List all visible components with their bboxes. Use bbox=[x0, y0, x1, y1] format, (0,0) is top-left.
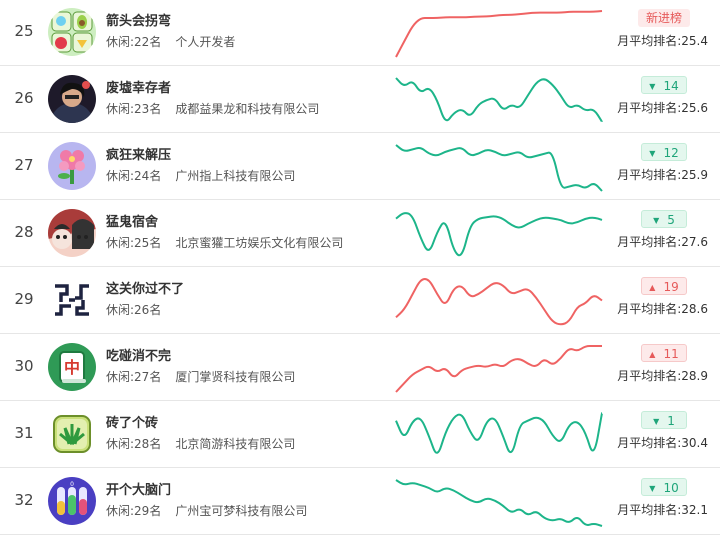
developer-name: 北京蜜獾工坊娱乐文化有限公司 bbox=[175, 236, 344, 250]
rank-down-arrow-icon: ▼ bbox=[649, 82, 656, 91]
rank-number: 32 bbox=[14, 491, 34, 509]
app-title[interactable]: 疯狂来解压 bbox=[106, 144, 171, 163]
rank-change-value: 14 bbox=[663, 79, 679, 93]
rank-change-badge: ▼ 5 bbox=[641, 210, 687, 228]
app-meta: 休闲:29名 广州宝可梦科技有限公司 bbox=[106, 502, 307, 519]
rank-change-value: 5 bbox=[667, 213, 675, 227]
rank-change-value: 1 bbox=[667, 414, 675, 428]
rank-change-badge: ▼ 12 bbox=[641, 143, 687, 161]
rank-change-value: 10 bbox=[663, 481, 679, 495]
svg-text:0: 0 bbox=[70, 481, 74, 488]
rank-change-badge: ▼ 14 bbox=[641, 76, 687, 94]
monthly-average-rank: 月平均排名:25.6 bbox=[617, 101, 708, 115]
rank-change-value: 新进榜 bbox=[645, 11, 682, 25]
rank-change-badge: ▼ 10 bbox=[641, 478, 687, 496]
app-title[interactable]: 猛鬼宿舍 bbox=[106, 211, 158, 230]
survivor-character-icon[interactable] bbox=[48, 75, 96, 123]
category-rank: 休闲:26名 bbox=[106, 303, 162, 317]
app-title[interactable]: 箭头会拐弯 bbox=[106, 10, 171, 29]
monthly-average-rank: 月平均排名:27.6 bbox=[617, 235, 708, 249]
rank-trend-sparkline bbox=[395, 345, 602, 393]
category-rank: 休闲:23名 bbox=[106, 102, 162, 116]
category-rank: 休闲:24名 bbox=[106, 169, 162, 183]
rank-number: 27 bbox=[14, 156, 34, 174]
rank-change-value: 19 bbox=[663, 280, 679, 294]
monthly-average-rank: 月平均排名:25.4 bbox=[617, 34, 708, 48]
category-rank: 休闲:29名 bbox=[106, 504, 162, 518]
app-meta: 休闲:22名 个人开发者 bbox=[106, 33, 235, 50]
app-title[interactable]: 废墟幸存者 bbox=[106, 77, 171, 96]
category-rank: 休闲:28名 bbox=[106, 437, 162, 451]
grass-tile-icon[interactable] bbox=[48, 410, 96, 458]
app-meta: 休闲:23名 成都益果龙和科技有限公司 bbox=[106, 100, 319, 117]
maze-swirl-icon[interactable] bbox=[48, 276, 96, 324]
monthly-average-rank: 月平均排名:28.9 bbox=[617, 369, 708, 383]
ranking-list: 25 箭头会拐弯 休闲:22名 个人开发者 新进榜 月平均排名:25.4 26 废… bbox=[0, 0, 720, 541]
rank-trend-sparkline bbox=[395, 10, 603, 58]
rank-trend-sparkline bbox=[395, 412, 603, 454]
rank-change-badge: ▲ 11 bbox=[641, 344, 687, 362]
rank-change-badge: ▼ 1 bbox=[641, 411, 687, 429]
developer-name: 成都益果龙和科技有限公司 bbox=[175, 102, 320, 116]
category-rank: 休闲:27名 bbox=[106, 370, 162, 384]
app-meta: 休闲:24名 广州指上科技有限公司 bbox=[106, 167, 295, 184]
ranking-row-30[interactable]: 30 中 吃碰消不完 休闲:27名 厦门掌贤科技有限公司 ▲ 11 月平均排名:28… bbox=[0, 334, 720, 401]
rank-up-arrow-icon: ▲ bbox=[649, 283, 656, 292]
monthly-average-rank: 月平均排名:30.4 bbox=[617, 436, 708, 450]
app-title[interactable]: 砖了个砖 bbox=[106, 412, 158, 431]
rank-number: 26 bbox=[14, 89, 34, 107]
rank-trend-sparkline bbox=[395, 77, 603, 123]
developer-name: 北京简游科技有限公司 bbox=[175, 437, 296, 451]
ranking-row-29[interactable]: 29 这关你过不了 休闲:26名 ▲ 19 月平均排名:28.6 bbox=[0, 267, 720, 334]
ghost-dorm-icon[interactable] bbox=[48, 209, 96, 257]
ranking-row-25[interactable]: 25 箭头会拐弯 休闲:22名 个人开发者 新进榜 月平均排名:25.4 bbox=[0, 0, 720, 66]
app-meta: 休闲:25名 北京蜜獾工坊娱乐文化有限公司 bbox=[106, 234, 343, 251]
app-title[interactable]: 这关你过不了 bbox=[106, 278, 184, 297]
rank-change-badge: ▲ 19 bbox=[641, 277, 687, 295]
fruit-puzzle-icon[interactable] bbox=[48, 8, 96, 56]
rank-down-arrow-icon: ▼ bbox=[649, 484, 656, 493]
rank-number: 25 bbox=[14, 22, 34, 40]
developer-name: 广州宝可梦科技有限公司 bbox=[175, 504, 308, 518]
rank-trend-sparkline bbox=[395, 212, 603, 257]
ranking-row-28[interactable]: 28 猛鬼宿舍 休闲:25名 北京蜜獾工坊娱乐文化有限公司 ▼ 5 月平均排名:27… bbox=[0, 200, 720, 267]
rank-up-arrow-icon: ▲ bbox=[649, 350, 656, 359]
rank-number: 28 bbox=[14, 223, 34, 241]
color-tubes-icon[interactable]: 0 bbox=[48, 477, 96, 525]
rank-number: 29 bbox=[14, 290, 34, 308]
app-meta: 休闲:28名 北京简游科技有限公司 bbox=[106, 435, 295, 452]
flower-pink-icon[interactable] bbox=[48, 142, 96, 190]
rank-number: 30 bbox=[14, 357, 34, 375]
app-title[interactable]: 吃碰消不完 bbox=[106, 345, 171, 364]
rank-number: 31 bbox=[14, 424, 34, 442]
rank-trend-sparkline bbox=[395, 479, 603, 527]
rank-down-arrow-icon: ▼ bbox=[649, 149, 656, 158]
app-title[interactable]: 开个大脑门 bbox=[106, 479, 171, 498]
developer-name: 个人开发者 bbox=[175, 35, 236, 49]
app-meta: 休闲:27名 厦门掌贤科技有限公司 bbox=[106, 368, 295, 385]
rank-change-value: 12 bbox=[663, 146, 679, 160]
mahjong-tile-icon[interactable]: 中 bbox=[48, 343, 96, 391]
rank-change-badge: 新进榜 bbox=[638, 9, 690, 27]
rank-down-arrow-icon: ▼ bbox=[653, 417, 660, 426]
ranking-row-26[interactable]: 26 废墟幸存者 休闲:23名 成都益果龙和科技有限公司 ▼ 14 月平均排名:25… bbox=[0, 66, 720, 133]
monthly-average-rank: 月平均排名:25.9 bbox=[617, 168, 708, 182]
ranking-row-31[interactable]: 31 砖了个砖 休闲:28名 北京简游科技有限公司 ▼ 1 月平均排名:30.4 bbox=[0, 401, 720, 468]
svg-text:中: 中 bbox=[64, 358, 80, 377]
developer-name: 广州指上科技有限公司 bbox=[175, 169, 296, 183]
ranking-row-27[interactable]: 27 疯狂来解压 休闲:24名 广州指上科技有限公司 ▼ 12 月平均排名:25.9 bbox=[0, 133, 720, 200]
monthly-average-rank: 月平均排名:32.1 bbox=[617, 503, 708, 517]
rank-change-value: 11 bbox=[663, 347, 679, 361]
category-rank: 休闲:22名 bbox=[106, 35, 162, 49]
category-rank: 休闲:25名 bbox=[106, 236, 162, 250]
rank-trend-sparkline bbox=[395, 277, 603, 326]
ranking-row-32[interactable]: 32 0 开个大脑门 休闲:29名 广州宝可梦科技有限公司 ▼ 10 月平均排名:3… bbox=[0, 468, 720, 535]
developer-name: 厦门掌贤科技有限公司 bbox=[175, 370, 296, 384]
monthly-average-rank: 月平均排名:28.6 bbox=[617, 302, 708, 316]
rank-trend-sparkline bbox=[395, 144, 603, 192]
rank-down-arrow-icon: ▼ bbox=[653, 216, 660, 225]
app-meta: 休闲:26名 bbox=[106, 301, 175, 318]
